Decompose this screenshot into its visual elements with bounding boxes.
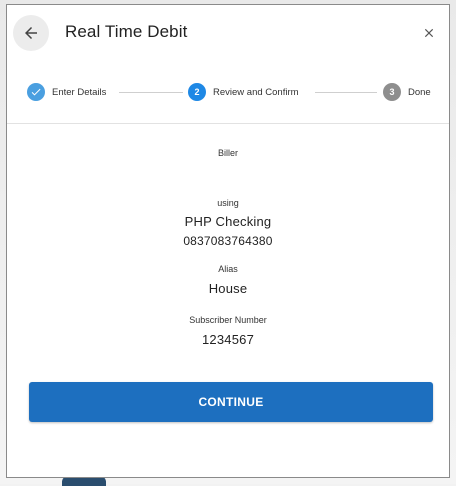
subscriber-number-value: 1234567: [201, 332, 254, 347]
step-complete-marker: [27, 83, 45, 101]
dialog-title: Real Time Debit: [65, 22, 188, 41]
close-icon: [422, 26, 436, 40]
account-number: 0837083764380: [183, 234, 273, 248]
step-connector: [315, 92, 377, 93]
step-number-badge: 2: [188, 83, 206, 101]
step-number-badge: 3: [383, 83, 401, 101]
continue-button[interactable]: CONTINUE: [29, 382, 433, 422]
step-done: 3 Done: [383, 83, 431, 101]
subscriber-number-label: Subscriber Number: [189, 315, 267, 325]
step-review-and-confirm: 2 Review and Confirm: [188, 83, 299, 101]
check-icon: [30, 86, 42, 98]
arrow-left-icon: [22, 24, 40, 42]
step-enter-details: Enter Details: [27, 83, 106, 101]
header-divider: [7, 123, 449, 124]
real-time-debit-dialog: Real Time Debit Enter Details 2 Review a…: [6, 4, 450, 478]
progress-stepper: Enter Details 2 Review and Confirm 3 Don…: [7, 75, 449, 111]
step-label: Done: [408, 86, 431, 98]
step-label: Enter Details: [52, 86, 107, 98]
biller-label: Biller: [217, 148, 238, 158]
account-name: PHP Checking: [184, 214, 272, 229]
close-button[interactable]: [417, 21, 441, 45]
using-label: using: [217, 198, 239, 208]
alias-label: Alias: [218, 264, 238, 274]
dialog-header: Real Time Debit: [7, 5, 449, 61]
alias-value: House: [208, 281, 248, 296]
step-label: Review and Confirm: [213, 86, 299, 98]
back-button[interactable]: [13, 15, 49, 51]
step-connector: [119, 92, 183, 93]
